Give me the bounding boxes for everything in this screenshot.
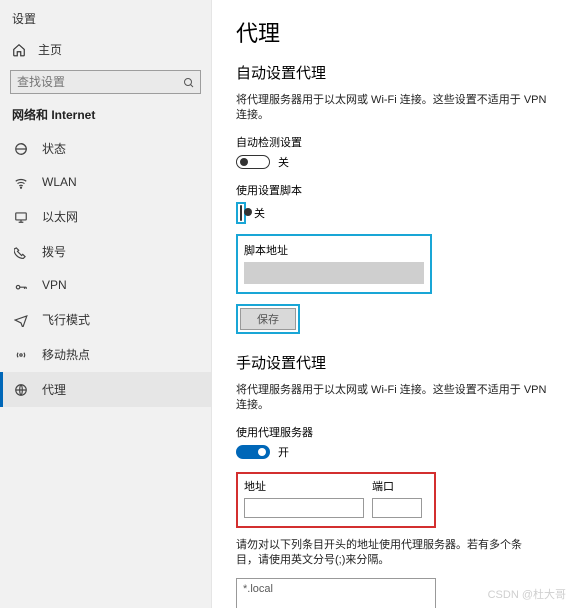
nav-ethernet[interactable]: 以太网 bbox=[0, 199, 211, 234]
ethernet-icon bbox=[12, 209, 30, 224]
nav-label: 以太网 bbox=[42, 208, 78, 225]
nav-label: VPN bbox=[42, 278, 67, 292]
nav-status[interactable]: 状态 bbox=[0, 131, 211, 166]
auto-detect-label: 自动检测设置 bbox=[236, 134, 556, 150]
toggle-off-icon bbox=[236, 155, 270, 169]
home-nav[interactable]: 主页 bbox=[0, 35, 211, 66]
watermark: CSDN @杜大哥 bbox=[488, 586, 566, 602]
hotspot-icon bbox=[12, 347, 30, 362]
nav-vpn[interactable]: VPN bbox=[0, 269, 211, 302]
use-proxy-label: 使用代理服务器 bbox=[236, 424, 556, 440]
address-port-group: 地址 端口 bbox=[236, 472, 436, 528]
script-address-input bbox=[244, 262, 424, 284]
auto-detect-toggle[interactable]: 关 bbox=[236, 154, 289, 170]
use-proxy-toggle[interactable]: 开 bbox=[236, 444, 289, 460]
save-script-wrap: 保存 bbox=[236, 304, 300, 334]
wifi-icon bbox=[12, 175, 30, 190]
nav-airplane[interactable]: 飞行模式 bbox=[0, 302, 211, 337]
nav-proxy[interactable]: 代理 bbox=[0, 372, 211, 407]
use-script-toggle[interactable]: 关 bbox=[236, 202, 265, 224]
search-input[interactable] bbox=[11, 75, 178, 89]
nav-label: 飞行模式 bbox=[42, 311, 90, 328]
vpn-icon bbox=[12, 278, 30, 293]
use-proxy-state: 开 bbox=[278, 444, 289, 460]
group-label: 网络和 Internet bbox=[0, 106, 211, 131]
port-input[interactable] bbox=[372, 498, 422, 518]
nav-label: 拨号 bbox=[42, 243, 66, 260]
nav-label: 状态 bbox=[42, 140, 66, 157]
toggle-off-icon bbox=[240, 205, 242, 221]
home-icon bbox=[12, 42, 26, 57]
app-title: 设置 bbox=[0, 6, 211, 35]
search-icon bbox=[178, 75, 200, 89]
bypass-desc: 请勿对以下列条目开头的地址使用代理服务器。若有多个条目，请使用英文分号(;)来分… bbox=[236, 538, 536, 569]
address-input[interactable] bbox=[244, 498, 364, 518]
highlight-box bbox=[236, 202, 246, 224]
home-label: 主页 bbox=[38, 41, 62, 58]
toggle-on-icon bbox=[236, 445, 270, 459]
auto-section-title: 自动设置代理 bbox=[236, 62, 556, 83]
auto-section-desc: 将代理服务器用于以太网或 Wi-Fi 连接。这些设置不适用于 VPN 连接。 bbox=[236, 93, 556, 124]
nav-label: WLAN bbox=[42, 175, 77, 189]
nav-dialup[interactable]: 拨号 bbox=[0, 234, 211, 269]
bypass-input[interactable]: *.local bbox=[236, 578, 436, 608]
address-label: 地址 bbox=[244, 478, 364, 494]
nav-label: 移动热点 bbox=[42, 346, 90, 363]
script-address-label: 脚本地址 bbox=[244, 242, 424, 258]
save-script-button: 保存 bbox=[240, 308, 296, 330]
dialup-icon bbox=[12, 244, 30, 259]
nav-label: 代理 bbox=[42, 381, 66, 398]
auto-detect-state: 关 bbox=[278, 154, 289, 170]
proxy-icon bbox=[12, 382, 30, 397]
use-script-label: 使用设置脚本 bbox=[236, 182, 556, 198]
page-title: 代理 bbox=[236, 16, 556, 48]
airplane-icon bbox=[12, 312, 30, 327]
nav-wlan[interactable]: WLAN bbox=[0, 166, 211, 199]
script-address-group: 脚本地址 bbox=[236, 234, 432, 294]
search-box[interactable] bbox=[10, 70, 201, 94]
nav-hotspot[interactable]: 移动热点 bbox=[0, 337, 211, 372]
port-label: 端口 bbox=[372, 478, 422, 494]
manual-section-desc: 将代理服务器用于以太网或 Wi-Fi 连接。这些设置不适用于 VPN 连接。 bbox=[236, 383, 556, 414]
use-script-state: 关 bbox=[254, 205, 265, 221]
manual-section-title: 手动设置代理 bbox=[236, 352, 556, 373]
status-icon bbox=[12, 141, 30, 156]
